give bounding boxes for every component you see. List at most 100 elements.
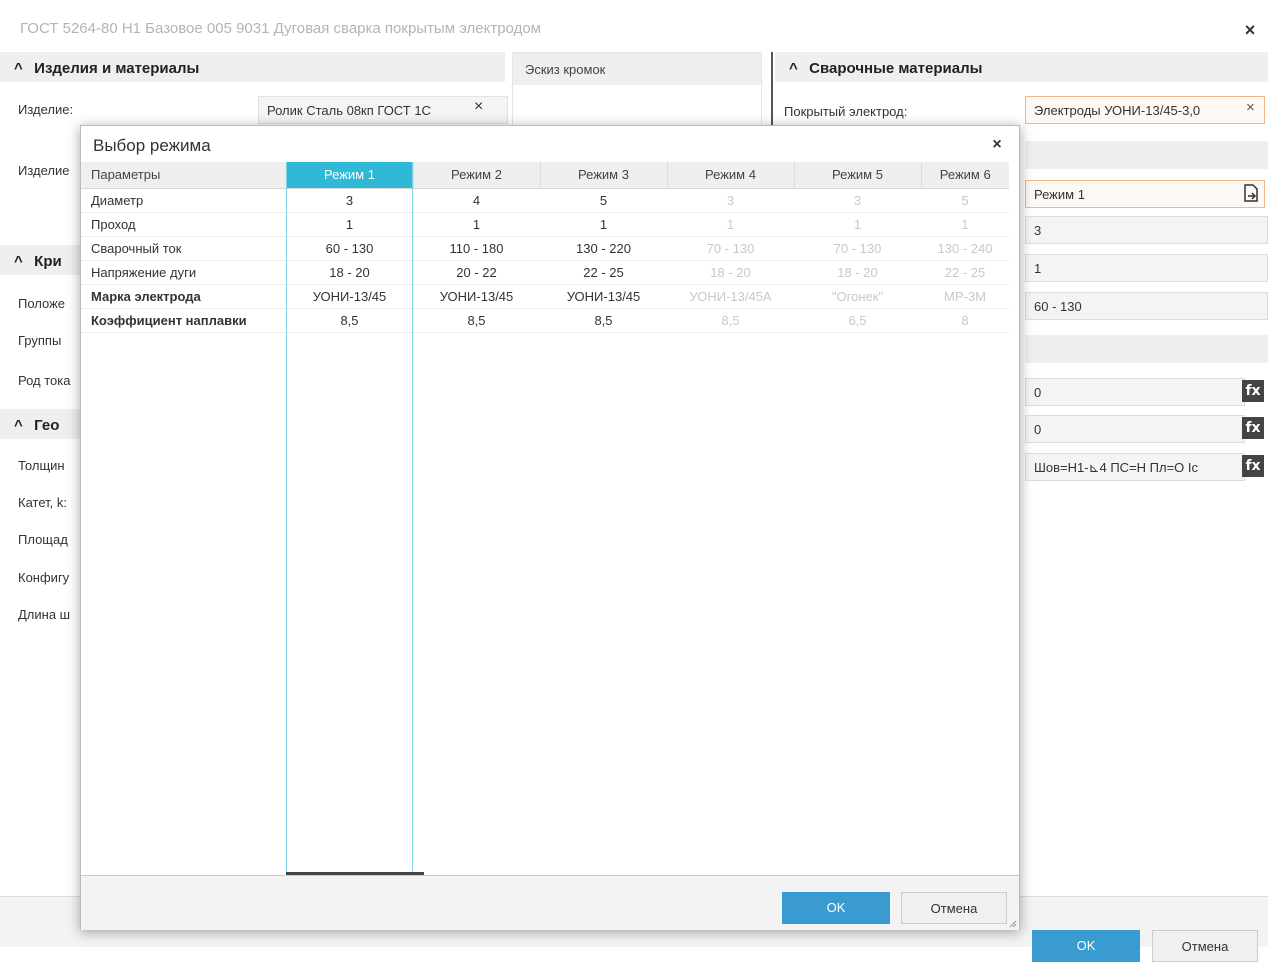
window-close-button[interactable]: × (1238, 18, 1262, 42)
config-label: Конфигу (18, 570, 70, 585)
product-clear-icon[interactable]: × (474, 98, 483, 116)
product-label: Изделие: (18, 102, 74, 117)
mode-4-value-cell[interactable]: 1 (667, 212, 794, 237)
main-cancel-button[interactable]: Отмена (1152, 930, 1258, 962)
table-row[interactable]: Диаметр 3 4 5 3 3 5 (81, 188, 1009, 213)
mode-1-value-cell[interactable]: 18 - 20 (286, 260, 413, 285)
mode-4-value-cell[interactable]: 3 (667, 188, 794, 213)
column-header-params[interactable]: Параметры (81, 162, 287, 189)
pass-value: 1 (1034, 261, 1042, 276)
mode-4-value-cell[interactable]: 70 - 130 (667, 236, 794, 261)
section-materials-title: Сварочные материалы (809, 60, 983, 77)
column-header-mode-3[interactable]: Режим 3 (540, 162, 668, 189)
mode-3-value-cell[interactable]: 5 (540, 188, 667, 213)
panel-splitter[interactable] (771, 52, 773, 127)
mode-5-value-cell[interactable]: 18 - 20 (794, 260, 921, 285)
mode-4-value-cell[interactable]: 18 - 20 (667, 260, 794, 285)
area-label: Площад (18, 532, 68, 547)
fx-icon[interactable]: fx (1242, 455, 1264, 477)
mode-4-value-cell[interactable]: УОНИ-13/45А (667, 284, 794, 309)
mode-2-value-cell[interactable]: 8,5 (413, 308, 540, 333)
section-materials-header[interactable]: ^ Сварочные материалы (775, 52, 1268, 82)
column-header-mode-5[interactable]: Режим 5 (794, 162, 922, 189)
mode-6-value-cell[interactable]: 22 - 25 (921, 260, 1009, 285)
section-products-header[interactable]: ^ Изделия и материалы (0, 52, 505, 82)
table-header-row: Параметры Режим 1 Режим 2 Режим 3 Режим … (81, 162, 1009, 189)
mode-3-value-cell[interactable]: 8,5 (540, 308, 667, 333)
mode-5-value-cell[interactable]: 1 (794, 212, 921, 237)
mode-1-value-cell[interactable]: УОНИ-13/45 (286, 284, 413, 309)
selected-column-left-border (286, 162, 287, 874)
mode-6-value-cell[interactable]: 1 (921, 212, 1009, 237)
mode-5-value-cell[interactable]: 3 (794, 188, 921, 213)
column-header-mode-6[interactable]: Режим 6 (921, 162, 1009, 189)
mode-1-value-cell[interactable]: 3 (286, 188, 413, 213)
mode-1-value-cell[interactable]: 60 - 130 (286, 236, 413, 261)
param-name-cell: Коэффициент наплавки (81, 308, 286, 333)
mode-1-value-cell[interactable]: 8,5 (286, 308, 413, 333)
current-value: 60 - 130 (1034, 299, 1082, 314)
mode-selection-dialog: Выбор режима × Параметры Режим 1 Режим 2… (80, 125, 1020, 930)
mode-section-bar (1025, 141, 1268, 169)
column-header-mode-2[interactable]: Режим 2 (413, 162, 541, 189)
section-geometry-title: Гео (34, 417, 60, 434)
resize-grip-icon[interactable] (1007, 916, 1017, 928)
dialog-close-button[interactable]: × (986, 134, 1008, 156)
fx-icon[interactable]: fx (1242, 380, 1264, 402)
table-row[interactable]: Коэффициент наплавки 8,5 8,5 8,5 8,5 6,5 8 (81, 308, 1009, 333)
column-header-mode-4[interactable]: Режим 4 (667, 162, 795, 189)
section-criteria-header[interactable]: ^ Кри (0, 245, 80, 275)
fx-icon[interactable]: fx (1242, 417, 1264, 439)
table-row[interactable]: Марка электрода УОНИ-13/45 УОНИ-13/45 УОНИ-… (81, 284, 1009, 309)
dialog-title: Выбор режима (93, 136, 211, 155)
pass-field[interactable]: 1 (1025, 254, 1268, 282)
section-products-title: Изделия и материалы (34, 60, 200, 77)
mode-5-value-cell[interactable]: "Огонек" (794, 284, 921, 309)
mode-5-value-cell[interactable]: 70 - 130 (794, 236, 921, 261)
mode-3-value-cell[interactable]: 1 (540, 212, 667, 237)
mode-2-value-cell[interactable]: 110 - 180 (413, 236, 540, 261)
electrode-field[interactable]: Электроды УОНИ-13/45-3,0 (1025, 96, 1265, 124)
mode-6-value-cell[interactable]: 130 - 240 (921, 236, 1009, 261)
column-header-mode-1[interactable]: Режим 1 (286, 162, 414, 189)
mode-3-value-cell[interactable]: 130 - 220 (540, 236, 667, 261)
param-name-cell: Напряжение дуги (81, 260, 286, 285)
mode-2-value-cell[interactable]: 1 (413, 212, 540, 237)
table-row[interactable]: Сварочный ток 60 - 130 110 - 180 130 - 220 7… (81, 236, 1009, 261)
position-label: Положе (18, 296, 66, 311)
leg-label: Катет, k: (18, 495, 67, 510)
diameter-field[interactable]: 3 (1025, 216, 1268, 244)
mode-3-value-cell[interactable]: 22 - 25 (540, 260, 667, 285)
mode-1-value-cell[interactable]: 1 (286, 212, 413, 237)
formula-value-1: 0 (1034, 385, 1042, 400)
product-field[interactable]: Ролик Сталь 08кп ГОСТ 1С (258, 96, 508, 124)
mode-field[interactable]: Режим 1 (1025, 180, 1265, 208)
table-row[interactable]: Проход 1 1 1 1 1 1 (81, 212, 1009, 237)
formula-field-1[interactable]: 0 (1025, 378, 1245, 406)
dialog-cancel-button[interactable]: Отмена (901, 892, 1007, 924)
param-name-cell: Сварочный ток (81, 236, 286, 261)
mode-2-value-cell[interactable]: 20 - 22 (413, 260, 540, 285)
current-field[interactable]: 60 - 130 (1025, 292, 1268, 320)
sketch-title: Эскиз кромок (513, 53, 761, 85)
mode-6-value-cell[interactable]: 8 (921, 308, 1009, 333)
table-row[interactable]: Напряжение дуги 18 - 20 20 - 22 22 - 25 18 -… (81, 260, 1009, 285)
dialog-footer: OK Отмена (81, 876, 1019, 930)
formula-value-3: Шов=Н1-⊾4 ПС=Н Пл=О Ic (1034, 460, 1199, 475)
main-ok-button[interactable]: OK (1032, 930, 1140, 962)
mode-3-value-cell[interactable]: УОНИ-13/45 (540, 284, 667, 309)
electrode-value: Электроды УОНИ-13/45-3,0 (1034, 103, 1201, 118)
mode-6-value-cell[interactable]: 5 (921, 188, 1009, 213)
mode-5-value-cell[interactable]: 6,5 (794, 308, 921, 333)
mode-6-value-cell[interactable]: МР-3М (921, 284, 1009, 309)
formula-field-3[interactable]: Шов=Н1-⊾4 ПС=Н Пл=О Ic (1025, 453, 1245, 481)
mode-2-value-cell[interactable]: УОНИ-13/45 (413, 284, 540, 309)
document-arrow-icon[interactable] (1243, 184, 1259, 202)
section-geometry-header[interactable]: ^ Гео (0, 409, 80, 439)
modes-table: Параметры Режим 1 Режим 2 Режим 3 Режим … (81, 162, 1009, 333)
mode-4-value-cell[interactable]: 8,5 (667, 308, 794, 333)
mode-2-value-cell[interactable]: 4 (413, 188, 540, 213)
dialog-ok-button[interactable]: OK (782, 892, 890, 924)
formula-field-2[interactable]: 0 (1025, 415, 1245, 443)
electrode-clear-icon[interactable]: × (1246, 99, 1255, 116)
